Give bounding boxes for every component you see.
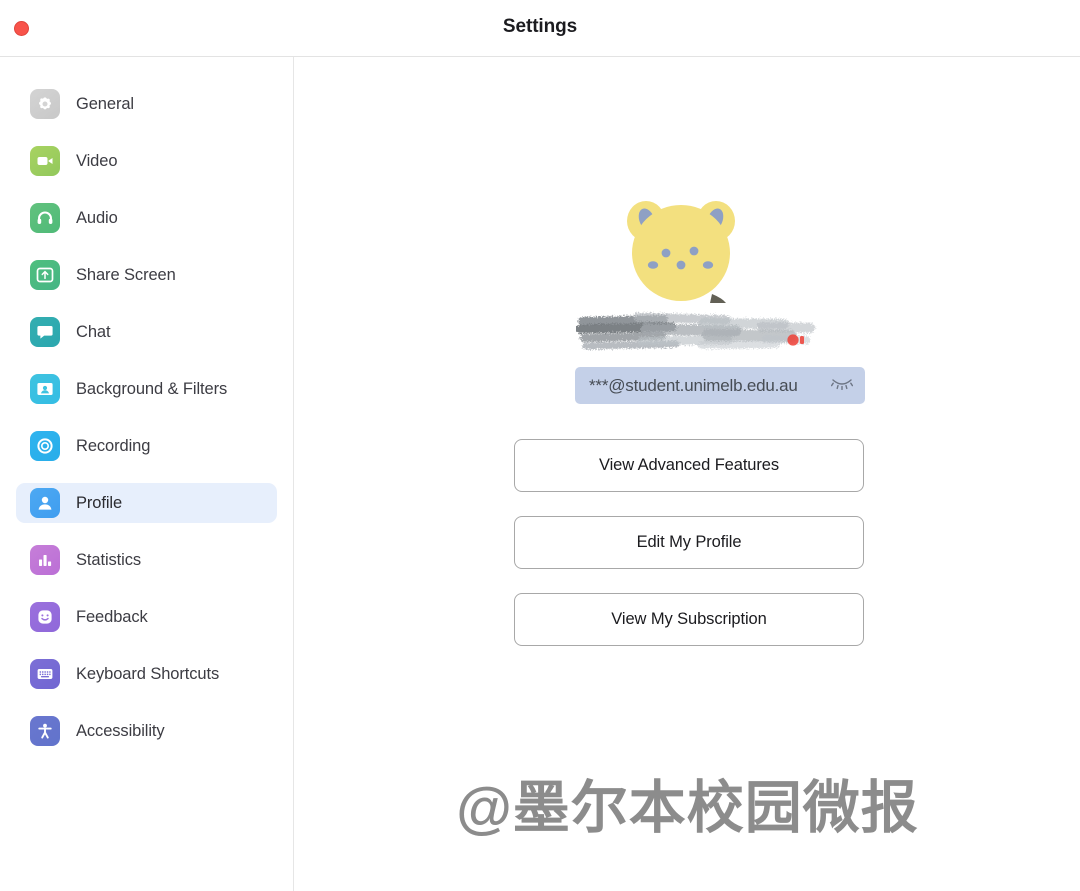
headphones-icon [30, 203, 60, 233]
gear-icon [30, 89, 60, 119]
sidebar-item-feedback[interactable]: Feedback [16, 597, 277, 637]
page-title: Settings [502, 16, 578, 37]
profile-panel: ***@student.unimelb.edu.au View Advanced… [295, 57, 1080, 891]
sidebar-item-label: Profile [76, 493, 123, 512]
edit-my-profile-button[interactable]: Edit My Profile [514, 516, 864, 569]
chat-bubble-icon [30, 317, 60, 347]
camera-icon [30, 146, 60, 176]
person-icon [30, 488, 60, 518]
sidebar-item-video[interactable]: Video [16, 141, 277, 181]
profile-actions: View Advanced Features Edit My Profile Vie… [514, 439, 864, 670]
bear-avatar-icon [627, 201, 735, 303]
sidebar-item-label: Keyboard Shortcuts [76, 664, 220, 683]
share-screen-icon [30, 260, 60, 290]
sidebar-item-label: Statistics [76, 550, 142, 569]
license-badge [787, 333, 805, 347]
sidebar-item-label: Chat [76, 322, 111, 341]
sidebar-item-accessibility[interactable]: Accessibility [16, 711, 277, 751]
settings-sidebar: General Video Audio Share Screen Chat Backgro… [0, 57, 294, 891]
sidebar-item-share-screen[interactable]: Share Screen [16, 255, 277, 295]
settings-window: Settings General Video Audio Share Screen Ch… [0, 0, 1080, 891]
keyboard-icon [30, 659, 60, 689]
accessibility-icon [30, 716, 60, 746]
sidebar-item-recording[interactable]: Recording [16, 426, 277, 466]
sidebar-item-label: Video [76, 151, 118, 170]
watermark-text: @墨尔本校园微报 [456, 776, 919, 840]
sidebar-item-keyboard-shortcuts[interactable]: Keyboard Shortcuts [16, 654, 277, 694]
sidebar-item-profile[interactable]: Profile [16, 483, 277, 523]
view-advanced-features-button[interactable]: View Advanced Features [514, 439, 864, 492]
title-bar: Settings [0, 0, 1080, 57]
email-row: ***@student.unimelb.edu.au [575, 367, 865, 404]
sidebar-item-label: Feedback [76, 607, 148, 626]
sidebar-item-label: Audio [76, 208, 118, 227]
sidebar-item-label: Share Screen [76, 265, 176, 284]
sidebar-item-general[interactable]: General [16, 84, 277, 124]
sidebar-item-statistics[interactable]: Statistics [16, 540, 277, 580]
sidebar-item-label: General [76, 94, 135, 113]
profile-email: ***@student.unimelb.edu.au [589, 375, 798, 395]
eye-off-icon[interactable] [830, 376, 854, 395]
view-my-subscription-button[interactable]: View My Subscription [514, 593, 864, 646]
sidebar-item-label: Accessibility [76, 721, 165, 740]
sidebar-item-label: Background & Filters [76, 379, 228, 398]
avatar[interactable] [620, 195, 742, 307]
record-circle-icon [30, 431, 60, 461]
person-frame-icon [30, 374, 60, 404]
sidebar-item-background-filters[interactable]: Background & Filters [16, 369, 277, 409]
sidebar-item-chat[interactable]: Chat [16, 312, 277, 352]
bar-chart-icon [30, 545, 60, 575]
sidebar-item-label: Recording [76, 436, 151, 455]
name-redaction-scribble [576, 307, 836, 357]
sidebar-item-audio[interactable]: Audio [16, 198, 277, 238]
smiley-icon [30, 602, 60, 632]
